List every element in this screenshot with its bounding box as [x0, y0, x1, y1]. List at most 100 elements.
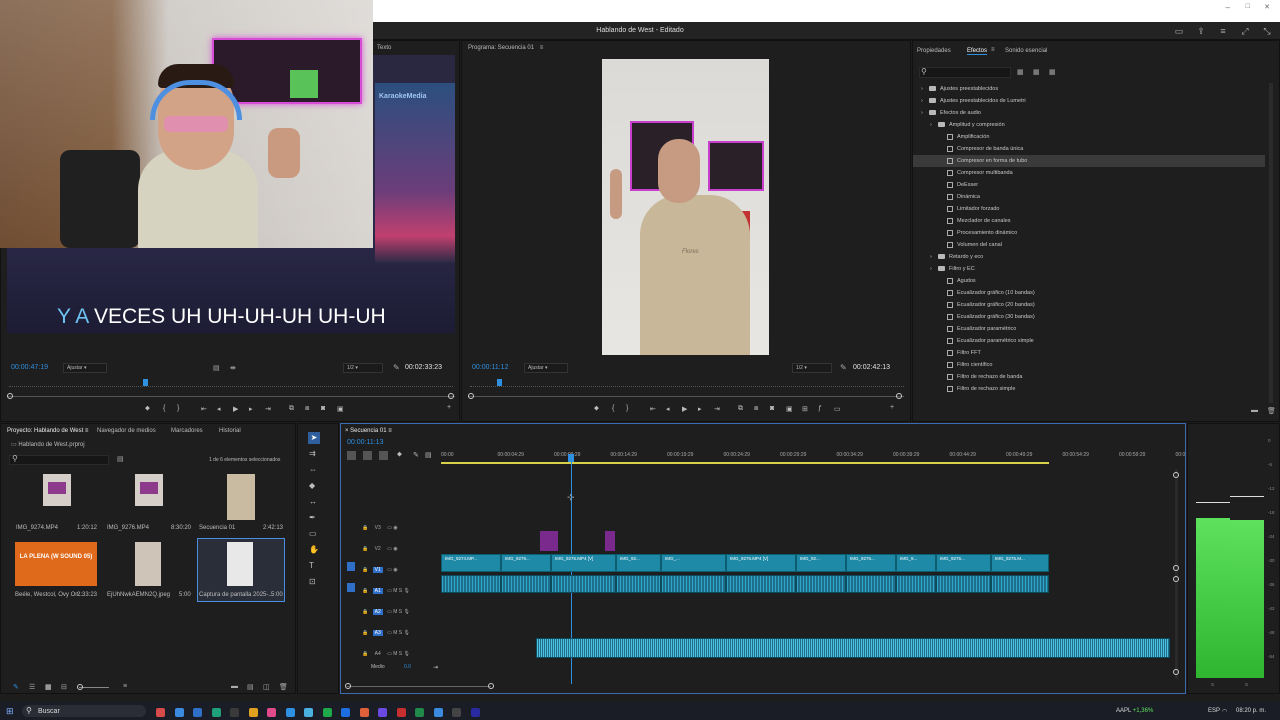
pen-tool-icon[interactable]: ✒ [309, 513, 316, 522]
program-zoom-handle-left[interactable] [468, 393, 474, 399]
effect-item[interactable]: Filtro FFT [913, 347, 1265, 359]
disclosure-icon[interactable]: › [930, 263, 938, 275]
type-tool-icon[interactable]: T [309, 561, 314, 570]
tab-effects[interactable]: Efectos [967, 48, 988, 55]
effect-item[interactable]: Compresor de banda única [913, 143, 1265, 155]
program-step-forward-icon[interactable]: ▸ [698, 405, 702, 413]
program-play-icon[interactable]: ▶ [682, 405, 687, 413]
track-name[interactable]: A2 [372, 609, 383, 615]
tab-media-browser[interactable]: Navegador de medios [97, 428, 156, 434]
step-back-icon[interactable]: ◂ [217, 405, 221, 413]
sort-icon[interactable]: ≡ [123, 683, 127, 690]
disclosure-icon[interactable]: › [930, 119, 938, 131]
track-target-toggle[interactable] [347, 583, 355, 592]
add-marker-icon[interactable]: ⬥ [397, 451, 402, 459]
solo-left[interactable]: S [1211, 682, 1214, 687]
eye-icon[interactable]: ▭ ◉ [386, 546, 398, 552]
video-clip[interactable]: IMG_9276.M... [991, 554, 1049, 572]
audio-clip[interactable] [441, 575, 501, 593]
effect-item[interactable]: Limitador forzado [913, 203, 1265, 215]
program-playhead[interactable] [497, 379, 502, 386]
program-camera-icon[interactable]: ◙ [770, 405, 774, 412]
add-button-icon[interactable]: + [447, 404, 451, 411]
effect-item[interactable]: Amplificación [913, 131, 1265, 143]
taskbar-app-icon[interactable] [341, 708, 350, 717]
track-target-toggle[interactable] [347, 520, 355, 529]
media-thumb[interactable] [135, 474, 163, 506]
hand-tool-icon[interactable]: ✋ [309, 545, 319, 554]
taskbar-app-icon[interactable] [174, 708, 184, 717]
audio-clip[interactable] [936, 575, 991, 593]
track-target-toggle[interactable] [347, 541, 355, 550]
timeline-zoom-bar[interactable] [347, 686, 491, 687]
track-header[interactable]: 🔒 A2 ▭ M S 🎙 [347, 604, 437, 615]
program-res-select[interactable]: 1/2 ▾ [792, 363, 832, 373]
timeline-vscroll[interactable] [1175, 469, 1178, 679]
effect-item[interactable]: Filtro científico [913, 359, 1265, 371]
music-clip[interactable] [536, 638, 1170, 658]
lock-icon[interactable]: 🔒 [361, 546, 368, 552]
mute-solo-controls[interactable]: ▭ M S 🎙 [386, 630, 410, 636]
list-view-icon[interactable]: ☰ [29, 683, 35, 691]
effect-item[interactable]: Ecualizador paramétrico [913, 323, 1265, 335]
source-timecode[interactable]: 00:00:47:19 [11, 364, 48, 371]
new-bin-icon[interactable]: ▬ [1251, 407, 1258, 414]
audio-clip[interactable] [896, 575, 936, 593]
extract-icon[interactable]: ⧈ [754, 405, 758, 413]
track-name[interactable]: V1 [372, 567, 383, 573]
taskbar-app-icon[interactable] [415, 708, 424, 717]
overwrite-icon[interactable]: ⧈ [305, 405, 309, 413]
taskbar-app-icon[interactable] [322, 708, 332, 717]
comparison-icon[interactable]: ▣ [786, 405, 793, 413]
source-tab[interactable]: Texto [377, 45, 391, 51]
accelerated-icon[interactable]: ▦ [1017, 68, 1024, 76]
audio-thumb[interactable]: LA PLENA (W SOUND 05) [15, 542, 97, 586]
lock-icon[interactable]: 🔒 [361, 525, 368, 531]
selection-tool-icon[interactable]: ➤ [308, 432, 320, 444]
work-area-bar[interactable] [441, 462, 1049, 464]
lock-icon[interactable]: 🔒 [361, 609, 368, 615]
camera-icon[interactable]: ◙ [321, 405, 325, 412]
insert-clip-icon[interactable]: ⧉ [289, 405, 294, 413]
program-tab[interactable]: Programa: Secuencia 01 ≡ [468, 45, 543, 51]
mark-out-icon[interactable]: } [177, 405, 179, 412]
icon-view-icon[interactable]: ▦ [45, 683, 52, 691]
source-zoom-handle-left[interactable] [7, 393, 13, 399]
image-thumb[interactable] [135, 542, 161, 586]
timeline-timecode[interactable]: 00:00:11:13 [347, 439, 383, 446]
safe-margins-icon[interactable]: ▭ [834, 405, 841, 413]
clock[interactable]: 08:20 p. m. [1236, 708, 1266, 714]
track-target-toggle[interactable] [347, 646, 355, 655]
video-clip[interactable]: IMG_9276.MP4 [V] [726, 554, 796, 572]
track-select-icon[interactable]: ⇉ [309, 449, 316, 458]
disclosure-icon[interactable]: › [921, 83, 929, 95]
lift-icon[interactable]: ⧉ [738, 405, 743, 413]
effects-search-input[interactable] [919, 67, 1011, 78]
video-clip[interactable]: IMG_9276... [936, 554, 991, 572]
effect-item[interactable]: Filtro de rechazo de banda [913, 371, 1265, 383]
effect-folder[interactable]: › Ajustes preestablecidos [913, 83, 1265, 95]
timeline-playhead-handle[interactable] [568, 454, 574, 462]
program-goto-out-icon[interactable]: ⇥ [714, 405, 720, 413]
taskbar-app-icon[interactable] [359, 708, 369, 717]
mute-solo-controls[interactable]: ▭ M S 🎙 [386, 588, 410, 594]
expand-icon[interactable]: ⤡ [1262, 26, 1272, 36]
audio-clip[interactable] [796, 575, 846, 593]
track-header[interactable]: 🔒 A4 ▭ M S 🎙 [347, 646, 437, 657]
goto-out-icon[interactable]: ⇥ [265, 405, 271, 413]
taskbar-app-icon[interactable] [304, 708, 313, 717]
effect-item[interactable]: Compresor en forma de tubo [913, 155, 1265, 167]
goto-in-icon[interactable]: ⇤ [201, 405, 207, 413]
effect-folder[interactable]: › Efectos de audio [913, 107, 1265, 119]
lock-icon[interactable]: 🔒 [361, 630, 368, 636]
effect-item[interactable]: Ecualizador gráfico (10 bandas) [913, 287, 1265, 299]
linked-selection-icon[interactable] [379, 451, 388, 460]
program-scrubber[interactable] [470, 381, 904, 387]
program-marker-icon[interactable]: ⬥ [594, 405, 599, 413]
track-target-toggle[interactable] [347, 604, 355, 613]
tab-properties[interactable]: Propiedades [917, 48, 951, 54]
program-goto-in-icon[interactable]: ⇤ [650, 405, 656, 413]
pencil-icon[interactable]: ✎ [13, 683, 19, 691]
fx-toggle-icon[interactable]: ƒ [818, 405, 822, 412]
video-clip[interactable]: IMG_9276.MP4 [V] [551, 554, 616, 572]
